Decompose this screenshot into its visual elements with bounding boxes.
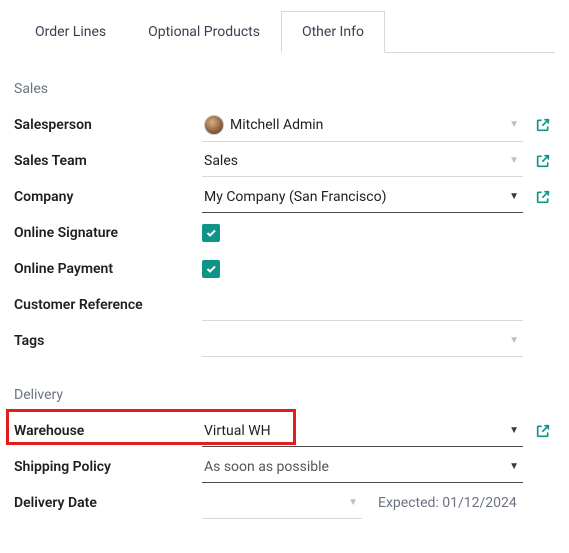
field-salesperson[interactable]: Mitchell Admin ▼ [202,109,523,142]
field-customer-reference[interactable] [202,289,523,321]
value-sales-team: Sales [204,153,505,169]
row-customer-reference: Customer Reference [14,287,555,323]
section-delivery: Delivery [14,387,555,403]
external-link-icon[interactable] [531,423,555,439]
field-sales-team[interactable]: Sales ▼ [202,145,523,177]
chevron-down-icon[interactable]: ▼ [509,425,519,436]
label-company: Company [14,189,194,205]
tab-order-lines[interactable]: Order Lines [14,11,127,53]
chevron-down-icon[interactable]: ▼ [509,119,519,130]
label-tags: Tags [14,333,194,349]
row-shipping-policy: Shipping Policy As soon as possible ▼ [14,449,555,485]
label-sales-team: Sales Team [14,153,194,169]
field-delivery-date[interactable]: ▼ [202,487,362,519]
tab-optional-products[interactable]: Optional Products [127,11,281,53]
expected-date: Expected: 01/12/2024 [378,495,517,511]
avatar [204,115,224,135]
label-delivery-date: Delivery Date [14,495,194,511]
row-company: Company My Company (San Francisco) ▼ [14,179,555,215]
value-warehouse: Virtual WH [204,423,505,439]
chevron-down-icon[interactable]: ▼ [509,335,519,346]
checkbox-online-signature[interactable] [202,224,220,242]
label-warehouse: Warehouse [14,423,194,439]
chevron-down-icon[interactable]: ▼ [509,191,519,202]
external-link-icon[interactable] [531,189,555,205]
checkbox-online-payment[interactable] [202,260,220,278]
field-tags[interactable]: ▼ [202,325,523,357]
section-sales: Sales [14,81,555,97]
row-tags: Tags ▼ [14,323,555,359]
field-shipping-policy[interactable]: As soon as possible ▼ [202,451,523,483]
label-online-signature: Online Signature [14,225,194,241]
label-salesperson: Salesperson [14,117,194,133]
field-company[interactable]: My Company (San Francisco) ▼ [202,181,523,213]
external-link-icon[interactable] [531,153,555,169]
row-delivery-date: Delivery Date ▼ Expected: 01/12/2024 [14,485,555,521]
row-online-signature: Online Signature [14,215,555,251]
label-online-payment: Online Payment [14,261,194,277]
label-customer-reference: Customer Reference [14,297,194,313]
row-online-payment: Online Payment [14,251,555,287]
tab-other-info[interactable]: Other Info [281,11,385,53]
chevron-down-icon[interactable]: ▼ [509,155,519,166]
tabs: Order Lines Optional Products Other Info [14,10,555,53]
row-warehouse: Warehouse Virtual WH ▼ [14,413,555,449]
chevron-down-icon[interactable]: ▼ [348,497,358,508]
external-link-icon[interactable] [531,117,555,133]
label-shipping-policy: Shipping Policy [14,459,194,475]
value-company: My Company (San Francisco) [204,189,505,205]
row-sales-team: Sales Team Sales ▼ [14,143,555,179]
field-warehouse[interactable]: Virtual WH ▼ [202,415,523,447]
value-shipping-policy: As soon as possible [204,459,505,475]
chevron-down-icon[interactable]: ▼ [509,461,519,472]
value-salesperson: Mitchell Admin [230,117,505,133]
row-salesperson: Salesperson Mitchell Admin ▼ [14,107,555,143]
